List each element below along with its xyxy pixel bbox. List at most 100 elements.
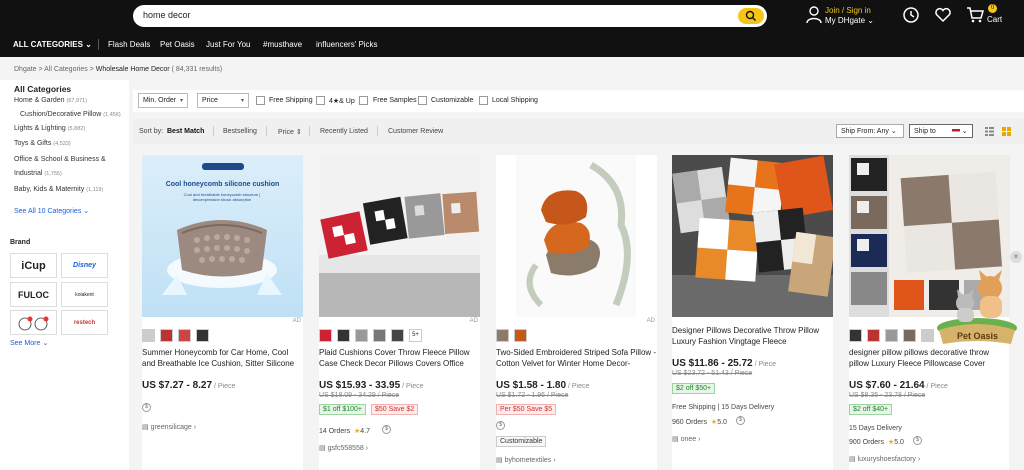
store-link[interactable]: ▤ onee › xyxy=(672,435,700,443)
cart-label[interactable]: Cart xyxy=(987,15,1002,24)
product-title[interactable]: Designer Pillows Decorative Throw Pillow… xyxy=(672,325,833,347)
account-menu[interactable]: Join / Sign in My DHgate ⌄ xyxy=(806,6,876,28)
coupon-badge[interactable]: $2 off $50+ xyxy=(672,383,716,394)
free-samples-checkbox[interactable] xyxy=(359,96,368,105)
product-price: US $15.93 - 33.95 / Piece xyxy=(319,380,424,391)
sort-best-match[interactable]: Best Match xyxy=(167,128,204,135)
my-dhgate-link[interactable]: My DHgate ⌄ xyxy=(825,16,874,25)
breadcrumb-path[interactable]: Dhgate > All Categories > xyxy=(14,66,96,73)
variant-thumb[interactable] xyxy=(514,329,527,342)
nav-flash-deals[interactable]: Flash Deals xyxy=(108,40,150,49)
price-label: Price xyxy=(202,97,218,104)
brand-koiakent[interactable]: koiakent xyxy=(61,282,108,307)
category-nav: ALL CATEGORIES ⌄ Flash Deals Pet Oasis J… xyxy=(0,32,1024,57)
product-image[interactable]: Cool honeycomb silicone cushion Cool and… xyxy=(142,155,303,317)
free-shipping-checkbox[interactable] xyxy=(256,96,265,105)
price-unit: / Piece xyxy=(400,383,424,390)
rating-checkbox[interactable] xyxy=(316,96,325,105)
variant-thumb[interactable] xyxy=(355,329,368,342)
variant-thumb[interactable] xyxy=(885,329,898,342)
product-image[interactable] xyxy=(672,155,833,317)
chevron-down-icon: ⌄ xyxy=(42,340,49,347)
history-icon[interactable] xyxy=(902,6,920,24)
sidebar-item-lights[interactable]: Lights & Lighting (5,882) xyxy=(14,125,85,132)
image-caption: Cool honeycomb silicone cushion xyxy=(165,181,280,188)
product-card[interactable]: Cool honeycomb silicone cushion Cool and… xyxy=(142,155,303,470)
variant-thumb[interactable] xyxy=(391,329,404,342)
variant-thumb[interactable] xyxy=(196,329,209,342)
ad-label: AD xyxy=(646,318,655,324)
sort-customer-review[interactable]: Customer Review xyxy=(388,128,443,135)
nav-musthave[interactable]: #musthave xyxy=(263,40,302,49)
store-link[interactable]: ▤ byhometextiles › xyxy=(496,456,556,464)
sidebar-item-baby[interactable]: Baby, Kids & Maternity (1,119) xyxy=(14,186,103,193)
sort-price[interactable]: Price ⇕ xyxy=(278,128,302,136)
variant-thumb[interactable] xyxy=(178,329,191,342)
variant-thumb[interactable] xyxy=(903,329,916,342)
product-title[interactable]: Two-Sided Embroidered Striped Sofa Pillo… xyxy=(496,347,657,369)
variant-thumb[interactable] xyxy=(373,329,386,342)
brand-fuloc[interactable]: FULOC xyxy=(10,282,57,307)
sort-bestselling[interactable]: Bestselling xyxy=(223,128,257,135)
search-input[interactable]: home decor xyxy=(143,10,191,20)
list-view-icon[interactable] xyxy=(985,127,994,136)
brand-icup[interactable]: iCup xyxy=(10,253,57,278)
see-all-categories-link[interactable]: See All 10 Categories ⌄ xyxy=(14,207,89,215)
variant-thumb[interactable] xyxy=(337,329,350,342)
min-order-select[interactable]: Min. Order ▾ xyxy=(138,93,188,108)
coupon-badge[interactable]: $2 off $40+ xyxy=(849,404,893,415)
sidebar-item-toys[interactable]: Toys & Gifts (4,533) xyxy=(14,140,71,147)
product-card[interactable]: Designer Pillows Decorative Throw Pillow… xyxy=(672,155,833,470)
close-icon[interactable]: × xyxy=(1010,251,1022,263)
product-title[interactable]: Plaid Cushions Cover Throw Fleece Pillow… xyxy=(319,347,480,369)
price-select[interactable]: Price ▾ xyxy=(197,93,249,108)
store-name: luxuryshoesfactory xyxy=(857,456,916,463)
customizable-checkbox[interactable] xyxy=(418,96,427,105)
cart-icon[interactable] xyxy=(966,6,984,24)
search-button[interactable] xyxy=(738,8,764,24)
product-card[interactable]: AD Two-Sided Embroidered Striped Sofa Pi… xyxy=(496,155,657,470)
variant-thumb[interactable] xyxy=(496,329,509,342)
variant-thumb[interactable] xyxy=(142,329,155,342)
nav-pet-oasis[interactable]: Pet Oasis xyxy=(160,40,195,49)
price-unit: / Piece xyxy=(212,383,236,390)
sort-recently-listed[interactable]: Recently Listed xyxy=(320,128,368,135)
grid-view-icon[interactable] xyxy=(1002,127,1011,136)
more-variants-button[interactable]: 5+ xyxy=(409,329,422,342)
see-more-brands-link[interactable]: See More ⌄ xyxy=(10,339,48,347)
store-link[interactable]: ▤ greensilicage › xyxy=(142,423,196,431)
sidebar-item-office[interactable]: Office & School & Business & xyxy=(14,156,106,163)
local-shipping-checkbox[interactable] xyxy=(479,96,488,105)
coupon-badge[interactable]: $1 off $100+ xyxy=(319,404,366,415)
my-dhgate-label: My DHgate xyxy=(825,16,866,25)
all-categories-menu[interactable]: ALL CATEGORIES ⌄ xyxy=(13,40,92,49)
search-bar[interactable]: home decor xyxy=(133,5,767,27)
variant-thumb[interactable] xyxy=(921,329,934,342)
variant-thumb[interactable] xyxy=(849,329,862,342)
product-image[interactable] xyxy=(496,155,657,317)
wishlist-heart-icon[interactable] xyxy=(934,6,952,24)
brand-disney[interactable]: Disney xyxy=(61,253,108,278)
join-signin-link[interactable]: Join / Sign in xyxy=(825,6,871,15)
nav-influencers-picks[interactable]: influencers' Picks xyxy=(316,40,378,49)
variant-thumb[interactable] xyxy=(867,329,880,342)
coupon-badge[interactable]: Per $50 Save $5 xyxy=(496,404,557,415)
product-title[interactable]: designer pillow pillows decorative throw… xyxy=(849,347,1010,369)
coupon-badge[interactable]: $50 Save $2 xyxy=(371,404,419,415)
sidebar-item-home-garden[interactable]: Home & Garden (67,971) xyxy=(14,97,87,104)
product-title[interactable]: Summer Honeycomb for Car Home, Cool and … xyxy=(142,347,303,369)
variant-thumb[interactable] xyxy=(319,329,332,342)
product-image[interactable] xyxy=(319,155,480,317)
sidebar-item-cushion[interactable]: Cushion/Decorative Pillow (1,456) xyxy=(20,111,121,118)
brand-restech[interactable]: restech xyxy=(61,310,108,335)
ship-to-select[interactable]: Ship to ⌄ xyxy=(909,124,973,138)
nav-just-for-you[interactable]: Just For You xyxy=(206,40,250,49)
store-link[interactable]: ▤ luxuryshoesfactory › xyxy=(849,455,920,463)
brand-hello-kitty[interactable] xyxy=(10,310,57,335)
store-link[interactable]: ▤ gsfc558558 › xyxy=(319,444,368,452)
variant-thumb[interactable] xyxy=(160,329,173,342)
pet-oasis-promo[interactable]: Pet Oasis xyxy=(935,268,1020,350)
ship-from-select[interactable]: Ship From: Any ⌄ xyxy=(836,124,904,138)
sidebar-item-industrial[interactable]: Industrial (1,755) xyxy=(14,170,62,177)
product-card[interactable]: AD 5+ Plaid Cushions Cover Throw Fleece … xyxy=(319,155,480,470)
